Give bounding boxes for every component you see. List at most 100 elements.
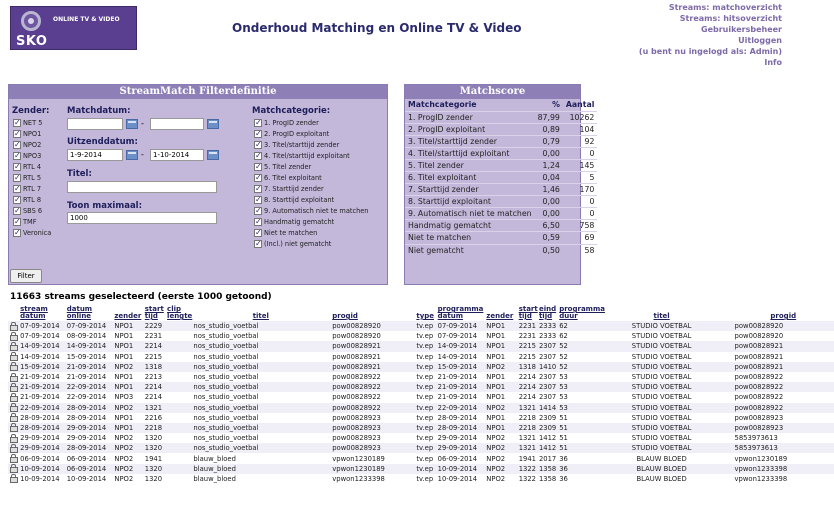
lock-cell[interactable] (8, 371, 19, 383)
table-row[interactable]: 21-09-2014 21-09-2014 NPO1 2213 nos_studio_v… (8, 371, 834, 383)
lock-cell[interactable] (8, 331, 19, 342)
lock-icon[interactable] (10, 403, 18, 413)
matchcategorie-option-9-checkbox[interactable] (254, 206, 262, 216)
matchcategorie-option-10-checkbox[interactable] (254, 217, 262, 227)
table-row[interactable]: 29-09-2014 29-09-2014 NPO2 1320 nos_studio_v… (8, 433, 834, 444)
zender-option-rtl-8[interactable]: RTL 8 (13, 194, 51, 205)
column-header-prog-zender[interactable]: zender (484, 303, 516, 321)
column-header-clip-lengte[interactable]: clip lengte (165, 303, 192, 321)
zender-option-tmf-checkbox[interactable] (13, 217, 21, 227)
lock-icon[interactable] (10, 464, 18, 474)
column-header-datum-online[interactable]: datum online (65, 303, 113, 321)
column-header-stream-datum[interactable]: stream datum (18, 303, 65, 321)
column-header-zender[interactable]: zender (112, 303, 142, 321)
table-row[interactable]: 14-09-2014 15-09-2014 NPO1 2215 nos_studio_v… (8, 351, 834, 362)
matchcategorie-option-3-checkbox[interactable] (254, 140, 262, 150)
lock-icon[interactable] (10, 423, 18, 433)
zender-option-rtl-4-checkbox[interactable] (13, 162, 21, 172)
column-header-start-tijd[interactable]: start tijd (143, 303, 165, 321)
zender-option-net-5[interactable]: NET 5 (13, 117, 51, 128)
table-row[interactable]: 21-09-2014 22-09-2014 NPO1 2214 nos_studio_v… (8, 382, 834, 393)
zender-option-rtl-7-checkbox[interactable] (13, 184, 21, 194)
matchcategorie-option-1-checkbox[interactable] (254, 118, 262, 128)
matchdatum-from-input[interactable] (67, 118, 123, 130)
lock-cell[interactable] (8, 392, 19, 403)
table-row[interactable]: 10-09-2014 10-09-2014 NPO2 1320 blauw_bloed v… (8, 473, 834, 484)
lock-cell[interactable] (8, 463, 19, 474)
matchcategorie-option-5-checkbox[interactable] (254, 162, 262, 172)
lock-cell[interactable] (8, 422, 19, 434)
table-row[interactable]: 15-09-2014 21-09-2014 NPO2 1318 nos_studio_v… (8, 361, 834, 372)
matchcategorie-option-12-checkbox[interactable] (254, 239, 262, 249)
table-row[interactable]: 07-09-2014 07-09-2014 NPO1 2229 nos_studio_v… (8, 321, 834, 332)
lock-cell[interactable] (8, 382, 19, 393)
lock-cell[interactable] (8, 321, 19, 332)
lock-icon[interactable] (10, 382, 18, 392)
uitzenddatum-from-input[interactable]: 1-9-2014 (67, 149, 123, 161)
lock-icon[interactable] (10, 392, 18, 402)
column-header-progid[interactable]: progid (330, 303, 414, 321)
column-header-type[interactable]: type (414, 303, 435, 321)
lock-cell[interactable] (8, 361, 19, 372)
lock-cell[interactable] (8, 453, 19, 464)
matchcategorie-option-12[interactable]: (Incl.) niet gematcht (254, 238, 369, 249)
lock-icon[interactable] (10, 474, 18, 484)
zender-option-npo2-checkbox[interactable] (13, 140, 21, 150)
table-row[interactable]: 21-09-2014 22-09-2014 NPO3 2214 nos_studio_v… (8, 392, 834, 403)
zender-option-rtl-5-checkbox[interactable] (13, 173, 21, 183)
lock-cell[interactable] (8, 341, 19, 352)
lock-cell[interactable] (8, 412, 19, 423)
uitzenddatum-to-calendar-icon[interactable] (207, 150, 219, 160)
column-header-titel[interactable]: titel (191, 303, 330, 321)
table-row[interactable]: 29-09-2014 28-09-2014 NPO2 1320 nos_studio_v… (8, 443, 834, 454)
uitzenddatum-from-calendar-icon[interactable] (126, 150, 138, 160)
column-header-programma-datum[interactable]: programma datum (436, 303, 485, 321)
nav-uitloggen-link[interactable]: Uitloggen (562, 35, 782, 46)
matchcategorie-option-5[interactable]: 5. Titel zender (254, 161, 369, 172)
zender-option-rtl-5[interactable]: RTL 5 (13, 172, 51, 183)
zender-option-npo3-checkbox[interactable] (13, 151, 21, 161)
lock-icon[interactable] (10, 454, 18, 464)
lock-icon[interactable] (10, 341, 18, 351)
zender-option-veronica[interactable]: Veronica (13, 227, 51, 238)
column-header-programma-duur[interactable]: programma duur (557, 303, 605, 321)
lock-cell[interactable] (8, 351, 19, 362)
matchcategorie-option-8-checkbox[interactable] (254, 195, 262, 205)
lock-icon[interactable] (10, 352, 18, 362)
zender-option-rtl-8-checkbox[interactable] (13, 195, 21, 205)
table-row[interactable]: 28-09-2014 28-09-2014 NPO1 2216 nos_studio_v… (8, 412, 834, 423)
matchcategorie-option-6-checkbox[interactable] (254, 173, 262, 183)
uitzenddatum-to-input[interactable]: 1-10-2014 (150, 149, 204, 161)
titel-input[interactable] (67, 181, 217, 193)
zender-option-sbs-6[interactable]: SBS 6 (13, 205, 51, 216)
nav-gebruikersbeheer-link[interactable]: Gebruikersbeheer (562, 24, 782, 35)
matchcategorie-option-7-checkbox[interactable] (254, 184, 262, 194)
table-row[interactable]: 28-09-2014 29-09-2014 NPO1 2218 nos_studio_v… (8, 422, 834, 434)
toon-maximaal-input[interactable]: 1000 (67, 212, 217, 224)
zender-option-rtl-4[interactable]: RTL 4 (13, 161, 51, 172)
lock-icon[interactable] (10, 372, 18, 382)
table-row[interactable]: 10-09-2014 06-09-2014 NPO2 1320 blauw_bloed v… (8, 463, 834, 474)
nav-info-link[interactable]: Info (562, 57, 782, 68)
matchcategorie-option-1[interactable]: 1. ProgID zender (254, 117, 369, 128)
column-header-eind-tijd[interactable]: eind tijd (537, 303, 557, 321)
zender-option-sbs-6-checkbox[interactable] (13, 206, 21, 216)
lock-icon[interactable] (10, 413, 18, 423)
column-header-prog-start-tijd[interactable]: start tijd (517, 303, 538, 321)
zender-option-rtl-7[interactable]: RTL 7 (13, 183, 51, 194)
lock-icon[interactable] (10, 433, 18, 443)
column-header-prog-progid[interactable]: progid (733, 303, 834, 321)
zender-option-tmf[interactable]: TMF (13, 216, 51, 227)
matchcategorie-option-6[interactable]: 6. Titel exploitant (254, 172, 369, 183)
matchcategorie-option-10[interactable]: Handmatig gematcht (254, 216, 369, 227)
zender-option-npo2[interactable]: NPO2 (13, 139, 51, 150)
sko-logo[interactable]: ONLINE TV & VIDEO SKO (10, 6, 137, 50)
lock-cell[interactable] (8, 402, 19, 413)
matchcategorie-option-2-checkbox[interactable] (254, 129, 262, 139)
matchcategorie-option-2[interactable]: 2. ProgID exploitant (254, 128, 369, 139)
lock-icon[interactable] (10, 443, 18, 453)
table-row[interactable]: 14-09-2014 14-09-2014 NPO1 2214 nos_studio_v… (8, 341, 834, 352)
zender-option-npo3[interactable]: NPO3 (13, 150, 51, 161)
matchcategorie-option-4-checkbox[interactable] (254, 151, 262, 161)
matchdatum-to-input[interactable] (150, 118, 204, 130)
